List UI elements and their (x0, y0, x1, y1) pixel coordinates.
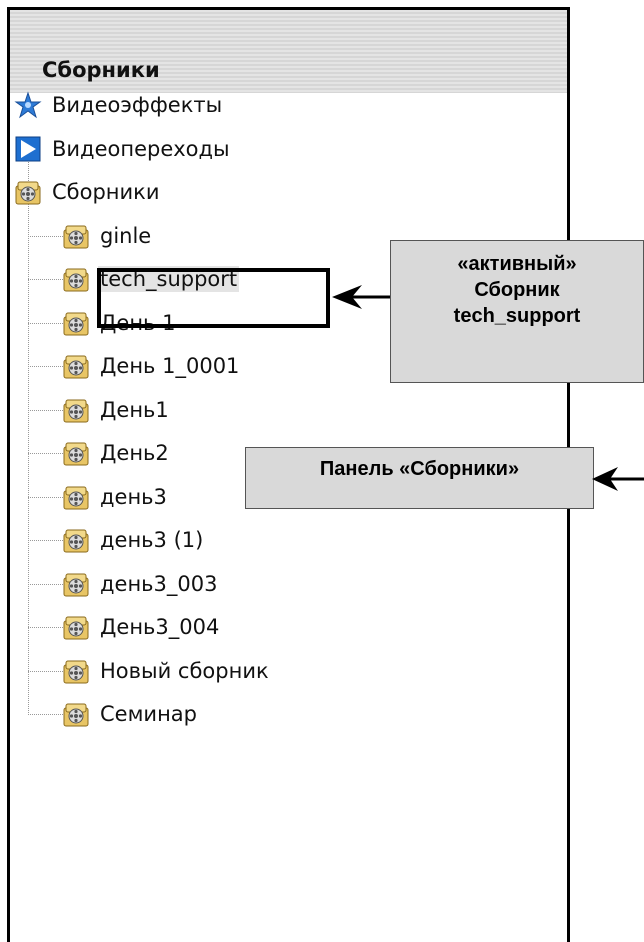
collection-film-icon (62, 657, 90, 685)
effects-star-icon (14, 91, 42, 119)
collection-film-icon (62, 396, 90, 424)
tree-branch-line (28, 670, 63, 672)
tree-branch-line (28, 496, 63, 498)
tree-branch-line (28, 235, 63, 237)
tree-item[interactable]: День3_004 (62, 612, 221, 642)
tree-item[interactable]: Видеоэффекты (14, 90, 224, 120)
panel-title: Сборники (42, 58, 160, 82)
collection-film-icon (62, 613, 90, 641)
tree-item-label: День3_004 (100, 615, 220, 639)
arrow-to-panel-edge-icon (592, 467, 644, 491)
callout-active-line2: Сборник (474, 279, 560, 301)
collection-film-icon (62, 700, 90, 728)
collection-film-icon (62, 439, 90, 467)
tree-item-label: Видеопереходы (52, 136, 230, 161)
tree-item[interactable]: день3 (62, 482, 169, 512)
callout-panel-text: Панель «Сборники» (319, 458, 520, 480)
panel-header: Сборники (10, 10, 567, 93)
tree-item-label: Видеоэффекты (52, 93, 223, 117)
selection-highlight-frame (97, 268, 330, 328)
tree-branch-line (28, 540, 63, 541)
tree-item[interactable]: Видеопереходы (14, 134, 232, 164)
tree-branch-line (28, 322, 63, 324)
collection-film-icon (62, 222, 90, 250)
tree-item[interactable]: Новый сборник (62, 656, 271, 686)
callout-active-line1: «активный» (457, 253, 577, 275)
collection-film-icon (14, 178, 42, 206)
arrow-to-selection-icon (332, 285, 390, 309)
tree-item[interactable]: День1 (62, 395, 171, 425)
collection-film-icon (62, 352, 90, 380)
collection-film-icon (62, 309, 90, 337)
tree-branch-line (28, 453, 63, 454)
tree-branch-line (28, 279, 63, 280)
tree-branch-line (28, 409, 63, 411)
tree-item[interactable]: день3_003 (62, 569, 220, 599)
tree-item-label: день3_003 (100, 571, 218, 596)
tree-branch-line (28, 627, 63, 628)
tree-item-label: день3 (100, 484, 167, 509)
tree-branch-line (28, 583, 63, 585)
callout-active-line3: tech_support (453, 305, 581, 327)
tree-item-label: День 1_0001 (100, 354, 240, 378)
tree-item-label: День1 (100, 397, 169, 422)
callout-panel-label: Панель «Сборники» (245, 447, 594, 509)
tree-item-label: Семинар (100, 702, 198, 726)
tree-item[interactable]: День2 (62, 438, 171, 468)
tree-item[interactable]: Сборники (14, 177, 162, 207)
tree-item-label: День2 (100, 441, 169, 465)
tree-item[interactable]: Семинар (62, 699, 199, 729)
tree-branch-line (28, 366, 63, 367)
tree-item[interactable]: День 1_0001 (62, 351, 241, 381)
collection-film-icon (62, 570, 90, 598)
collection-film-icon (62, 483, 90, 511)
transitions-play-icon (14, 135, 42, 163)
tree-item-label: Сборники (52, 180, 160, 204)
tree-branch-line (28, 714, 63, 715)
tree-item[interactable]: ginle (62, 221, 153, 251)
collection-film-icon (62, 265, 90, 293)
callout-active-collection: «активный» Сборник tech_support (390, 240, 644, 383)
tree-item-label: ginle (100, 223, 152, 248)
collection-film-icon (62, 526, 90, 554)
tree-item[interactable]: день3 (1) (62, 525, 205, 555)
tree-item-label: день3 (1) (100, 528, 204, 552)
tree-item-label: Новый сборник (100, 658, 269, 683)
